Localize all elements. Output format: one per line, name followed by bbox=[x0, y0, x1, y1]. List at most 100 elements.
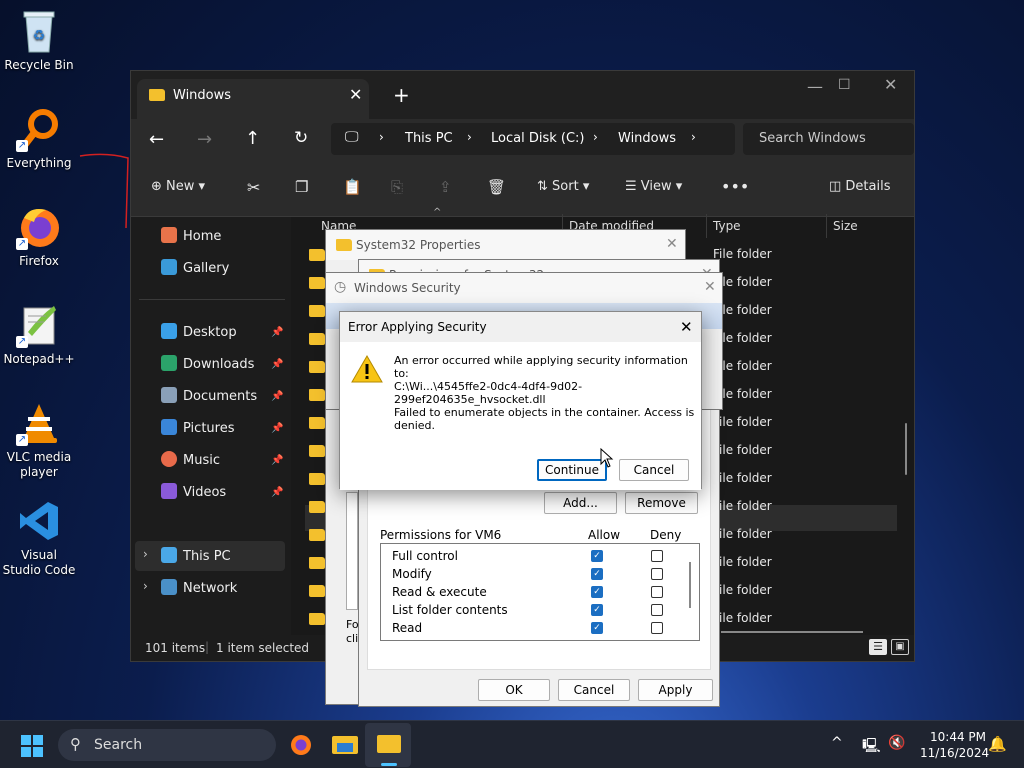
pin-icon[interactable]: 📌 bbox=[271, 423, 283, 434]
error-applying-security-dialog[interactable]: Error Applying Security ✕ An error occur… bbox=[339, 311, 702, 490]
nav-item-documents[interactable]: Documents bbox=[161, 387, 257, 404]
ok-button[interactable]: OK bbox=[478, 679, 550, 701]
file-type-cell[interactable]: File folder bbox=[713, 247, 772, 261]
pin-icon[interactable]: 📌 bbox=[271, 455, 283, 466]
file-type-cell[interactable]: File folder bbox=[713, 499, 772, 513]
allow-checkbox[interactable]: ✓ bbox=[591, 568, 603, 580]
breadcrumb-windows[interactable]: Windows bbox=[618, 131, 676, 146]
nav-item-gallery[interactable]: Gallery bbox=[161, 259, 229, 276]
nav-item-home[interactable]: Home bbox=[161, 227, 221, 244]
deny-checkbox[interactable] bbox=[651, 622, 663, 634]
desktop-icon-vscode[interactable]: Visual Studio Code bbox=[2, 498, 76, 578]
close-icon[interactable]: ✕ bbox=[704, 279, 716, 295]
deny-checkbox[interactable] bbox=[651, 586, 663, 598]
vertical-scrollbar-thumb[interactable] bbox=[905, 423, 907, 475]
add-button[interactable]: Add... bbox=[544, 492, 617, 514]
notification-bell-icon[interactable]: 🔔 bbox=[988, 735, 1007, 753]
pin-icon[interactable]: 📌 bbox=[271, 359, 283, 370]
file-type-cell[interactable]: File folder bbox=[713, 443, 772, 457]
clock-date[interactable]: 11/16/2024 bbox=[920, 746, 989, 760]
file-type-cell[interactable]: File folder bbox=[713, 611, 772, 625]
new-tab-icon[interactable]: + bbox=[393, 83, 410, 107]
windows-start-icon[interactable] bbox=[21, 735, 43, 757]
delete-icon[interactable]: 🗑 bbox=[487, 178, 506, 196]
chevron-right-icon[interactable]: › bbox=[143, 579, 148, 593]
allow-checkbox[interactable]: ✓ bbox=[591, 604, 603, 616]
address-bar[interactable]: 🖵 › This PC › Local Disk (C:) › Windows … bbox=[331, 123, 735, 155]
breadcrumb-this-pc[interactable]: This PC bbox=[405, 131, 453, 146]
nav-item-desktop[interactable]: Desktop bbox=[161, 323, 237, 340]
new-button[interactable]: ⊕ New ▾ bbox=[151, 179, 205, 194]
nav-item-this-pc[interactable]: This PC bbox=[161, 547, 231, 564]
taskbar-explorer-active[interactable] bbox=[365, 723, 411, 767]
forward-arrow-icon[interactable]: → bbox=[197, 129, 212, 150]
deny-checkbox[interactable] bbox=[651, 568, 663, 580]
view-button[interactable]: ☰ View ▾ bbox=[625, 179, 682, 194]
search-input[interactable]: Search Windows bbox=[743, 123, 914, 155]
desktop-icon-everything[interactable]: ↗ Everything bbox=[2, 106, 76, 171]
horizontal-scrollbar-thumb[interactable] bbox=[721, 631, 863, 633]
remove-button[interactable]: Remove bbox=[625, 492, 698, 514]
desktop-icon-notepadpp[interactable]: ↗ Notepad++ bbox=[2, 302, 76, 367]
pin-icon[interactable]: 📌 bbox=[271, 391, 283, 402]
volume-muted-icon[interactable]: 🔇 bbox=[888, 735, 905, 751]
error-cancel-button[interactable]: Cancel bbox=[619, 459, 689, 481]
deny-checkbox[interactable] bbox=[651, 604, 663, 616]
breadcrumb-local-disk[interactable]: Local Disk (C:) bbox=[491, 131, 584, 146]
chevron-right-icon[interactable]: › bbox=[143, 547, 148, 561]
taskbar-explorer-icon[interactable] bbox=[332, 734, 358, 756]
more-options-icon[interactable]: ••• bbox=[721, 177, 749, 196]
nav-item-network[interactable]: Network bbox=[161, 579, 237, 596]
tab-windows[interactable]: Windows ✕ bbox=[137, 79, 369, 119]
file-type-cell[interactable]: File folder bbox=[713, 415, 772, 429]
file-type-cell[interactable]: File folder bbox=[713, 583, 772, 597]
minimize-icon[interactable]: — bbox=[807, 77, 823, 96]
close-window-icon[interactable]: ✕ bbox=[884, 75, 897, 94]
back-arrow-icon[interactable]: ← bbox=[149, 129, 164, 150]
sort-button[interactable]: ⇅ Sort ▾ bbox=[537, 179, 589, 194]
close-icon[interactable]: ✕ bbox=[666, 236, 678, 252]
details-button[interactable]: ◫ Details bbox=[829, 179, 891, 194]
nav-item-music[interactable]: Music bbox=[161, 451, 220, 468]
desktop-icon-recycle-bin[interactable]: ♻ Recycle Bin bbox=[2, 8, 76, 73]
allow-checkbox[interactable]: ✓ bbox=[591, 622, 603, 634]
column-size[interactable]: Size bbox=[833, 219, 858, 233]
cut-icon[interactable]: ✂ bbox=[247, 178, 260, 197]
desktop-icon-vlc[interactable]: ↗ VLC media player bbox=[2, 400, 76, 480]
nav-item-downloads[interactable]: Downloads bbox=[161, 355, 254, 372]
pin-icon[interactable]: 📌 bbox=[271, 487, 283, 498]
desktop-icon-firefox[interactable]: ↗ Firefox bbox=[2, 204, 76, 269]
taskbar-firefox-icon[interactable] bbox=[289, 733, 313, 757]
apply-button[interactable]: Apply bbox=[638, 679, 713, 701]
nav-item-videos[interactable]: Videos bbox=[161, 483, 226, 500]
taskbar-search-box[interactable]: ⚲ Search bbox=[58, 729, 276, 761]
up-arrow-icon[interactable]: ↑ bbox=[245, 128, 260, 149]
deny-checkbox[interactable] bbox=[651, 550, 663, 562]
file-type-cell[interactable]: File folder bbox=[713, 555, 772, 569]
details-view-icon[interactable]: ☰ bbox=[869, 639, 887, 655]
chevron-up-icon[interactable]: ^ bbox=[831, 735, 843, 751]
nav-item-pictures[interactable]: Pictures bbox=[161, 419, 234, 436]
column-type[interactable]: Type bbox=[713, 219, 741, 233]
allow-checkbox[interactable]: ✓ bbox=[591, 586, 603, 598]
continue-button[interactable]: Continue bbox=[537, 459, 607, 481]
clock-time[interactable]: 10:44 PM bbox=[930, 730, 986, 744]
file-type-cell[interactable]: File folder bbox=[713, 471, 772, 485]
copy-icon[interactable]: ❐ bbox=[295, 178, 308, 196]
allow-checkbox[interactable]: ✓ bbox=[591, 550, 603, 562]
refresh-icon[interactable]: ↻ bbox=[294, 128, 308, 148]
nav-label: Downloads bbox=[183, 357, 255, 372]
pin-icon[interactable]: 📌 bbox=[271, 327, 283, 338]
tiles-view-icon[interactable]: ▣ bbox=[891, 639, 909, 655]
share-icon[interactable]: ⇪ bbox=[439, 178, 452, 196]
file-type-cell[interactable]: File folder bbox=[713, 527, 772, 541]
permission-name: Read & execute bbox=[392, 585, 487, 599]
network-icon[interactable]: 🖳 bbox=[862, 735, 881, 759]
close-tab-icon[interactable]: ✕ bbox=[349, 85, 362, 104]
cancel-button[interactable]: Cancel bbox=[558, 679, 630, 701]
paste-icon[interactable]: 📋 bbox=[343, 178, 362, 196]
permissions-scrollbar-thumb[interactable] bbox=[689, 562, 691, 608]
rename-icon[interactable]: ⎘ bbox=[391, 178, 403, 196]
close-icon[interactable]: ✕ bbox=[680, 318, 693, 336]
maximize-icon[interactable]: ☐ bbox=[838, 77, 851, 93]
